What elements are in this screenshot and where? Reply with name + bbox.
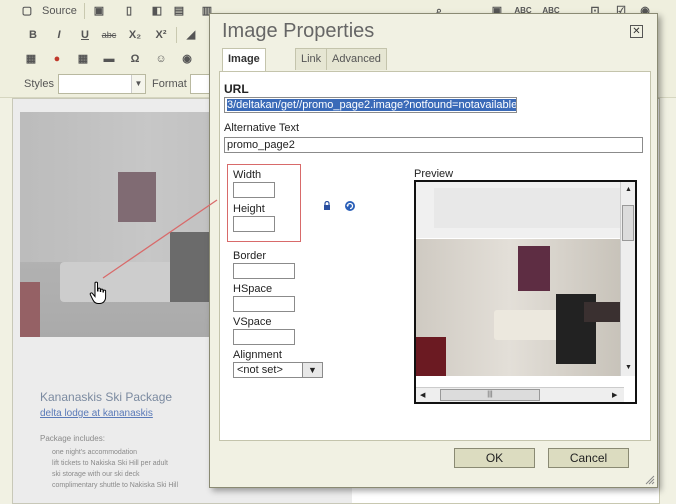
superscript-button[interactable]: X² xyxy=(152,27,170,43)
list-item: lift tickets to Nakiska Ski Hill per adu… xyxy=(52,460,168,467)
dialog-title[interactable]: Image Properties xyxy=(222,20,374,43)
height-field[interactable] xyxy=(233,216,275,232)
alignment-label: Alignment xyxy=(233,349,282,361)
source-icon[interactable]: ▢ xyxy=(18,3,36,19)
styles-select[interactable]: ▼ xyxy=(58,74,146,94)
table-icon[interactable]: ▦ xyxy=(74,51,92,67)
image-icon[interactable]: ▦ xyxy=(22,51,40,67)
reset-size-icon[interactable] xyxy=(344,200,356,212)
url-field[interactable]: 3/deltakan/get//promo_page2.image?notfou… xyxy=(224,97,517,113)
vspace-label: VSpace xyxy=(233,316,272,328)
preview-content xyxy=(416,182,624,376)
flash-icon[interactable]: ● xyxy=(48,51,66,67)
toolbar-separator xyxy=(176,27,177,43)
page-break-icon[interactable]: ◉ xyxy=(178,51,196,67)
close-icon[interactable]: ✕ xyxy=(630,25,643,38)
special-char-icon[interactable]: Ω xyxy=(126,51,144,67)
hspace-label: HSpace xyxy=(233,283,273,295)
hspace-field[interactable] xyxy=(233,296,295,312)
tab-link[interactable]: Link xyxy=(295,48,328,70)
list-item: complimentary shuttle to Nakiska Ski Hil… xyxy=(52,482,179,489)
editor-text: Package includes: xyxy=(40,434,105,443)
scroll-thumb[interactable]: ||| xyxy=(440,389,540,401)
format-label: Format xyxy=(152,78,187,90)
strike-button[interactable]: abc xyxy=(100,27,118,43)
save-icon[interactable]: ▣ xyxy=(90,3,108,19)
preview-label: Preview xyxy=(414,168,454,180)
scroll-left-icon[interactable]: ◀ xyxy=(420,391,425,399)
width-field[interactable] xyxy=(233,182,275,198)
smiley-icon[interactable]: ☺ xyxy=(152,51,170,67)
list-item: one night's accommodation xyxy=(52,449,137,456)
cancel-button[interactable]: Cancel xyxy=(548,448,629,468)
preview-vertical-scrollbar[interactable]: ▲ ▼ xyxy=(620,182,635,376)
scroll-down-icon[interactable]: ▼ xyxy=(625,364,632,371)
resize-grip-icon[interactable] xyxy=(645,475,655,485)
preview-icon[interactable]: ◧ xyxy=(148,3,166,19)
underline-button[interactable]: U xyxy=(76,27,94,43)
alt-text-field[interactable]: promo_page2 xyxy=(224,137,643,153)
eraser-icon[interactable]: ◢ xyxy=(182,27,200,43)
scroll-up-icon[interactable]: ▲ xyxy=(625,186,632,193)
lock-icon[interactable] xyxy=(323,201,331,210)
url-label: URL xyxy=(224,82,249,96)
horizontal-rule-icon[interactable]: ▬ xyxy=(100,51,118,67)
toolbar-separator xyxy=(84,3,85,19)
preview-horizontal-scrollbar[interactable]: ◀ ||| ▶ xyxy=(416,387,624,402)
preview-pane[interactable]: ▲ ▼ ◀ ||| ▶ xyxy=(414,180,637,404)
source-button[interactable]: Source xyxy=(42,3,77,19)
editor-bullet-list: one night's accommodation lift tickets t… xyxy=(52,447,178,491)
alt-text-label: Alternative Text xyxy=(224,122,300,134)
scroll-right-icon[interactable]: ▶ xyxy=(612,391,617,399)
url-value: 3/deltakan/get//promo_page2.image?notfou… xyxy=(227,99,517,111)
image-properties-dialog: Image Properties ✕ Image Info Link Advan… xyxy=(209,13,658,488)
tab-panel-image-info: URL 3/deltakan/get//promo_page2.image?no… xyxy=(219,71,651,441)
alignment-value: <not set> xyxy=(237,364,283,376)
subscript-button[interactable]: X₂ xyxy=(126,27,144,43)
alignment-select[interactable]: <not set> ▼ xyxy=(233,362,323,378)
new-page-icon[interactable]: ▯ xyxy=(120,3,138,19)
width-label: Width xyxy=(233,169,262,181)
bold-button[interactable]: B xyxy=(24,27,42,43)
hand-cursor-icon xyxy=(89,281,107,304)
tab-image-info[interactable]: Image Info xyxy=(222,48,266,85)
border-field[interactable] xyxy=(233,263,295,279)
italic-button[interactable]: I xyxy=(50,27,68,43)
list-item: ski storage with our ski deck xyxy=(52,471,140,478)
height-label: Height xyxy=(233,203,265,215)
chevron-down-icon: ▼ xyxy=(131,75,145,93)
ok-button[interactable]: OK xyxy=(454,448,535,468)
chevron-down-icon: ▼ xyxy=(302,363,322,377)
tab-advanced[interactable]: Advanced xyxy=(326,48,387,70)
vspace-field[interactable] xyxy=(233,329,295,345)
styles-label: Styles xyxy=(24,78,54,90)
scroll-thumb[interactable] xyxy=(622,205,634,241)
border-label: Border xyxy=(233,250,267,262)
editor-link[interactable]: delta lodge at kananaskis xyxy=(40,408,153,419)
print-icon[interactable]: ▤ xyxy=(170,3,188,19)
format-select[interactable] xyxy=(190,74,210,94)
editor-heading: Kananaskis Ski Package xyxy=(40,390,173,404)
